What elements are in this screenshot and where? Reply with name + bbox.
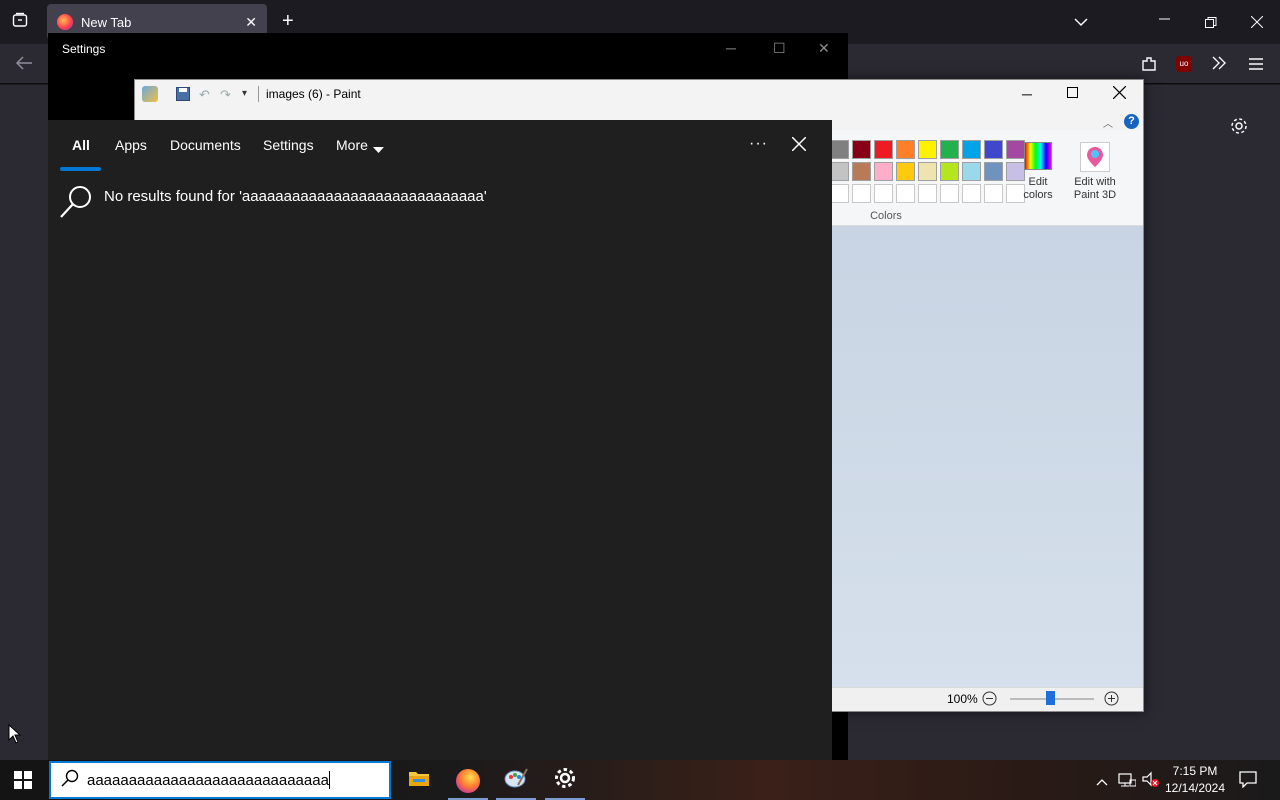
collapse-ribbon-icon[interactable]: ︿	[1103, 115, 1113, 130]
clock-date: 12/14/2024	[1164, 781, 1226, 795]
custom-color-slot[interactable]	[940, 184, 959, 203]
customize-quick-access-icon[interactable]: ▾	[242, 88, 247, 99]
new-tab-settings-gear-icon[interactable]	[1230, 117, 1248, 140]
custom-color-slot[interactable]	[962, 184, 981, 203]
extensions-icon[interactable]	[1140, 55, 1158, 78]
color-swatch[interactable]	[1006, 140, 1025, 159]
paint-window-title: images (6) - Paint	[266, 87, 361, 101]
paint-app-icon	[142, 86, 158, 102]
title-divider	[258, 86, 259, 102]
hamburger-menu-icon[interactable]	[1249, 57, 1263, 75]
color-swatch[interactable]	[874, 162, 893, 181]
volume-muted-icon[interactable]	[1142, 771, 1160, 794]
color-swatch[interactable]	[962, 140, 981, 159]
firefox-view-icon[interactable]	[12, 12, 28, 33]
paint3d-icon[interactable]	[1080, 142, 1110, 172]
edit-paint3d-label[interactable]: Edit with Paint 3D	[1068, 176, 1122, 202]
settings-window-title: Settings	[62, 42, 106, 56]
tab-settings[interactable]: Settings	[263, 137, 314, 153]
color-swatch[interactable]	[940, 162, 959, 181]
paint-canvas-area[interactable]	[832, 226, 1143, 687]
minimize-browser-icon[interactable]	[1159, 12, 1171, 30]
active-tab-indicator	[60, 167, 101, 171]
start-windows-icon[interactable]	[14, 771, 32, 794]
firefox-tab-favicon-icon	[57, 14, 73, 30]
taskbar-search-box[interactable]: aaaaaaaaaaaaaaaaaaaaaaaaaaaaa	[49, 761, 391, 799]
text-cursor	[328, 771, 330, 789]
zoom-out-icon[interactable]	[982, 691, 997, 711]
paint-icon	[504, 767, 528, 794]
close-tab-icon[interactable]: ✕	[245, 14, 257, 31]
zoom-slider-thumb[interactable]	[1046, 691, 1055, 705]
more-dropdown-icon[interactable]	[373, 141, 384, 159]
back-icon[interactable]	[15, 55, 33, 76]
edit-colors-label[interactable]: Edit colors	[1020, 176, 1056, 202]
zoom-level: 100%	[947, 692, 978, 706]
no-results-message: No results found for 'aaaaaaaaaaaaaaaaaa…	[104, 188, 487, 205]
redo-icon[interactable]: ↷	[220, 87, 231, 103]
color-swatch[interactable]	[984, 140, 1003, 159]
color-swatch[interactable]	[896, 140, 915, 159]
custom-color-slot[interactable]	[984, 184, 1003, 203]
color-swatch[interactable]	[940, 140, 959, 159]
color-swatch[interactable]	[984, 162, 1003, 181]
browser-tab-title: New Tab	[81, 14, 132, 30]
mouse-pointer-icon	[8, 723, 22, 749]
zoom-in-icon[interactable]	[1104, 691, 1119, 711]
firefox-icon	[456, 768, 480, 793]
search-results-panel: All Apps Documents Settings More ···	[48, 120, 832, 760]
tab-more[interactable]: More	[336, 137, 368, 153]
custom-color-slot[interactable]	[874, 184, 893, 203]
tab-documents[interactable]: Documents	[170, 137, 241, 153]
close-browser-icon[interactable]	[1250, 15, 1264, 33]
settings-minimize-icon[interactable]: ─	[726, 40, 736, 56]
color-swatch[interactable]	[852, 162, 871, 181]
settings-icon	[554, 767, 576, 794]
color-swatch[interactable]	[852, 140, 871, 159]
list-all-tabs-icon[interactable]	[1074, 14, 1088, 32]
color-swatch[interactable]	[962, 162, 981, 181]
new-tab-button[interactable]: +	[282, 11, 294, 31]
color-swatch[interactable]	[830, 140, 849, 159]
action-center-icon[interactable]	[1239, 771, 1257, 793]
color-swatch[interactable]	[918, 162, 937, 181]
color-swatch[interactable]	[918, 140, 937, 159]
more-options-icon[interactable]: ···	[749, 135, 768, 153]
taskbar-clock[interactable]: 7:15 PM 12/14/2024	[1160, 763, 1230, 797]
tab-all[interactable]: All	[72, 137, 90, 153]
color-swatch[interactable]	[830, 162, 849, 181]
tab-apps[interactable]: Apps	[115, 137, 147, 153]
custom-color-slot[interactable]	[830, 184, 849, 203]
color-swatch[interactable]	[874, 140, 893, 159]
color-swatch[interactable]	[896, 162, 915, 181]
paint-maximize-icon[interactable]	[1067, 86, 1079, 104]
edit-colors-icon[interactable]	[1024, 142, 1052, 170]
restore-browser-icon[interactable]	[1205, 16, 1217, 34]
custom-color-slot[interactable]	[852, 184, 871, 203]
ublock-origin-icon[interactable]: uo	[1176, 56, 1192, 72]
settings-maximize-icon[interactable]: ☐	[773, 40, 786, 57]
undo-icon[interactable]: ↶	[199, 87, 210, 103]
more-tools-chevron-icon[interactable]	[1211, 56, 1227, 75]
taskbar-file-explorer[interactable]	[395, 761, 443, 800]
paint-minimize-icon[interactable]: ─	[1022, 86, 1032, 102]
save-icon[interactable]	[176, 87, 190, 106]
taskbar-search-icon	[61, 769, 79, 791]
colors-group-label: Colors	[870, 210, 902, 222]
close-search-icon[interactable]	[791, 136, 807, 156]
clock-time: 7:15 PM	[1172, 764, 1218, 778]
settings-close-icon[interactable]: ✕	[818, 40, 830, 57]
file-explorer-icon	[408, 769, 430, 792]
taskbar-settings[interactable]	[541, 761, 589, 800]
custom-color-slot[interactable]	[896, 184, 915, 203]
search-query-text[interactable]: aaaaaaaaaaaaaaaaaaaaaaaaaaaaa	[87, 772, 329, 789]
paint-close-icon[interactable]	[1112, 85, 1127, 104]
custom-color-slot[interactable]	[918, 184, 937, 203]
taskbar-paint[interactable]	[492, 761, 540, 800]
show-hidden-icons-chevron-icon[interactable]	[1096, 773, 1108, 791]
network-icon[interactable]	[1118, 772, 1137, 793]
search-icon	[58, 184, 94, 220]
help-icon[interactable]: ?	[1124, 114, 1139, 129]
taskbar-firefox[interactable]	[444, 761, 492, 800]
